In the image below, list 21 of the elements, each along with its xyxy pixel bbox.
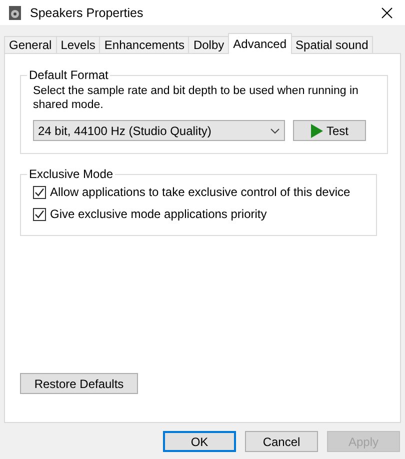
checkbox-label: Allow applications to take exclusive control of this device [50,185,350,199]
group-title: Exclusive Mode [28,167,114,181]
description-text: Select the sample rate and bit depth to be used when running in shared mode. [33,84,360,112]
format-dropdown[interactable]: 24 bit, 44100 Hz (Studio Quality) [33,120,285,141]
group-title: Default Format [28,68,110,82]
checkbox-label: Give exclusive mode applications priority [50,207,267,221]
checkbox[interactable] [33,186,46,198]
window-title: Speakers Properties [30,6,144,20]
play-icon [310,124,324,138]
test-button[interactable]: Test [293,120,366,141]
checkbox[interactable] [33,208,46,220]
tab[interactable]: General [4,36,57,53]
dialog-button[interactable]: Cancel [245,431,318,452]
speaker-icon [8,6,22,20]
tab[interactable]: Advanced [228,33,292,54]
tab[interactable]: Dolby [188,36,230,53]
chevron-down-icon [270,128,280,134]
tab[interactable]: Spatial sound [290,36,374,53]
dialog-button[interactable]: OK [163,431,236,452]
close-icon [381,6,393,18]
restore-defaults-button[interactable]: Restore Defaults [20,373,138,394]
